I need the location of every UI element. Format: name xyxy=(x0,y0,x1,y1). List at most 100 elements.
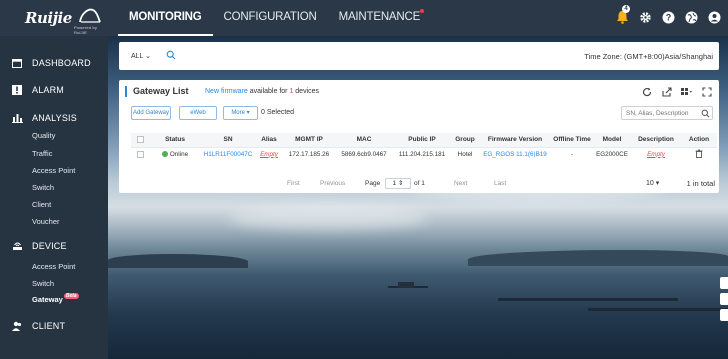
nav-configuration-label: CONFIGURATION xyxy=(223,11,317,23)
add-gateway-button[interactable]: Add Gateway xyxy=(131,106,171,120)
col-action: Action xyxy=(681,133,717,148)
public-ip-cell: 111.204.215.181 xyxy=(398,150,446,158)
col-description[interactable]: Description xyxy=(631,133,681,148)
new-firmware-link[interactable]: New firmware xyxy=(205,88,248,95)
sidebar-item-analysis[interactable]: ANALYSIS xyxy=(0,109,108,127)
select-all-checkbox[interactable] xyxy=(131,133,149,148)
caret-down-icon: ▾ xyxy=(655,180,660,187)
row-checkbox[interactable] xyxy=(131,147,149,161)
timezone-label: Time Zone: (GMT+8:00)Asia/Shanghai xyxy=(584,52,713,61)
delete-icon[interactable] xyxy=(695,149,703,160)
more-button[interactable]: More ▾ xyxy=(223,106,258,120)
col-status[interactable]: Status xyxy=(149,133,201,148)
sidebar-item-voucher[interactable]: Voucher xyxy=(0,215,108,229)
firmware-notice: New firmware available for 1 devices xyxy=(205,88,319,95)
refresh-icon[interactable] xyxy=(641,86,653,98)
chat-float-icon[interactable] xyxy=(720,277,728,289)
col-offline-time[interactable]: Offline Time xyxy=(551,133,593,148)
pier xyxy=(588,308,728,311)
sidebar-item-client-section[interactable]: CLIENT xyxy=(0,317,108,335)
col-model[interactable]: Model xyxy=(593,133,631,148)
sidebar-item-alarm[interactable]: ALARM xyxy=(0,81,108,99)
last-page-button[interactable]: Last xyxy=(494,180,506,187)
sidebar-item-client[interactable]: Client xyxy=(0,198,108,212)
gateway-table: Status SN Alias MGMT IP MAC Public IP Gr… xyxy=(131,133,717,161)
distant-hill xyxy=(108,254,248,268)
client-icon xyxy=(12,321,26,331)
next-page-button[interactable]: Next xyxy=(454,180,467,187)
ruijie-logo[interactable]: Ruijie Powered by RuiJIE xyxy=(18,6,108,35)
settings-icon[interactable] xyxy=(635,7,655,27)
sidebar-item-analysis-switch[interactable]: Switch xyxy=(0,181,108,195)
pier xyxy=(498,298,678,301)
table-search-icon[interactable] xyxy=(701,109,710,120)
previous-page-button[interactable]: Previous xyxy=(320,180,345,187)
firmware-notice-text: available for xyxy=(247,88,290,95)
help-icon[interactable]: ? xyxy=(658,7,678,27)
col-sn[interactable]: SN xyxy=(201,133,255,148)
offline-time-cell: - xyxy=(570,150,574,158)
bell-icon[interactable]: 4 xyxy=(612,5,632,27)
selected-count: 0 Selected xyxy=(261,109,295,116)
first-page-button[interactable]: First xyxy=(287,180,300,187)
group-dropdown[interactable]: ALL ⌄ xyxy=(131,52,151,60)
export-icon[interactable] xyxy=(661,86,673,98)
pagination: First Previous Page 1 ⇕ of 1 Next Last 1… xyxy=(119,178,719,190)
sidebar-item-device-switch[interactable]: Switch xyxy=(0,277,108,291)
sidebar-item-analysis-access-point[interactable]: Access Point xyxy=(0,164,108,178)
sidebar-item-device-access-point[interactable]: Access Point xyxy=(0,260,108,274)
description-edit-link[interactable]: Empty xyxy=(631,147,681,161)
status-text: Online xyxy=(169,150,189,158)
logo-subtitle: Powered by RuiJIE xyxy=(74,25,98,35)
nav-monitoring[interactable]: MONITORING xyxy=(118,0,213,36)
gateway-list-panel: Gateway List New firmware available for … xyxy=(119,80,719,193)
sidebar-client-label: CLIENT xyxy=(32,321,66,331)
device-icon xyxy=(12,241,26,251)
sidebar-item-device[interactable]: DEVICE xyxy=(0,237,108,255)
sidebar-item-quality[interactable]: Quality xyxy=(0,129,108,143)
nav-maintenance[interactable]: MAINTENANCE xyxy=(328,0,432,36)
col-group[interactable]: Group xyxy=(451,133,479,148)
page-label: Page xyxy=(365,180,381,187)
sidebar-item-gateway[interactable]: Gateway Beta xyxy=(0,293,108,307)
col-alias[interactable]: Alias xyxy=(255,133,283,148)
firmware-link[interactable]: EG_RGOS 11.1(6)B19 xyxy=(479,147,551,161)
svg-text:?: ? xyxy=(665,12,671,22)
logo-text: Ruijie xyxy=(25,9,72,27)
page-size-dropdown[interactable]: 10 ▾ xyxy=(646,178,672,189)
nav-monitoring-label: MONITORING xyxy=(129,11,202,23)
nav-configuration[interactable]: CONFIGURATION xyxy=(213,0,328,36)
feedback-float-icon[interactable] xyxy=(720,293,728,305)
mgmt-ip-cell: 172.17.185.26 xyxy=(288,150,330,158)
pier-hut xyxy=(398,282,414,288)
table-search-input[interactable] xyxy=(621,106,713,120)
alias-edit-link[interactable]: Empty xyxy=(255,147,283,161)
panel-title: Gateway List xyxy=(125,86,189,97)
group-cell: Hotel xyxy=(457,150,473,158)
sidebar-item-traffic[interactable]: Traffic xyxy=(0,147,108,161)
language-icon[interactable] xyxy=(681,7,701,27)
group-dropdown-label: ALL xyxy=(131,53,144,60)
page-number-input[interactable]: 1 ⇕ xyxy=(385,178,411,189)
eweb-button[interactable]: eWeb xyxy=(179,106,217,120)
cloud xyxy=(228,206,428,230)
alarm-icon xyxy=(12,85,26,95)
sidebar-device-label: DEVICE xyxy=(32,241,67,251)
col-public-ip[interactable]: Public IP xyxy=(393,133,451,148)
col-mac[interactable]: MAC xyxy=(335,133,393,148)
logo-swoosh-icon xyxy=(79,8,101,23)
search-icon[interactable] xyxy=(166,50,176,62)
top-navigation-bar: Ruijie Powered by RuiJIE MONITORING CONF… xyxy=(0,0,728,36)
col-firmware-version[interactable]: Firmware Version xyxy=(479,133,551,148)
stepper-icon: ⇕ xyxy=(397,180,404,187)
dashboard-icon xyxy=(12,58,26,68)
nav-maintenance-label: MAINTENANCE xyxy=(338,11,421,23)
user-icon[interactable] xyxy=(704,7,724,27)
analysis-chart-icon xyxy=(12,113,26,123)
sn-link[interactable]: H1LR11F00047C xyxy=(201,147,255,161)
col-mgmt-ip[interactable]: MGMT IP xyxy=(283,133,335,148)
share-float-icon[interactable] xyxy=(720,309,728,321)
sidebar-item-dashboard[interactable]: DASHBOARD xyxy=(0,54,108,72)
columns-icon[interactable] xyxy=(681,86,693,98)
fullscreen-icon[interactable] xyxy=(701,86,713,98)
